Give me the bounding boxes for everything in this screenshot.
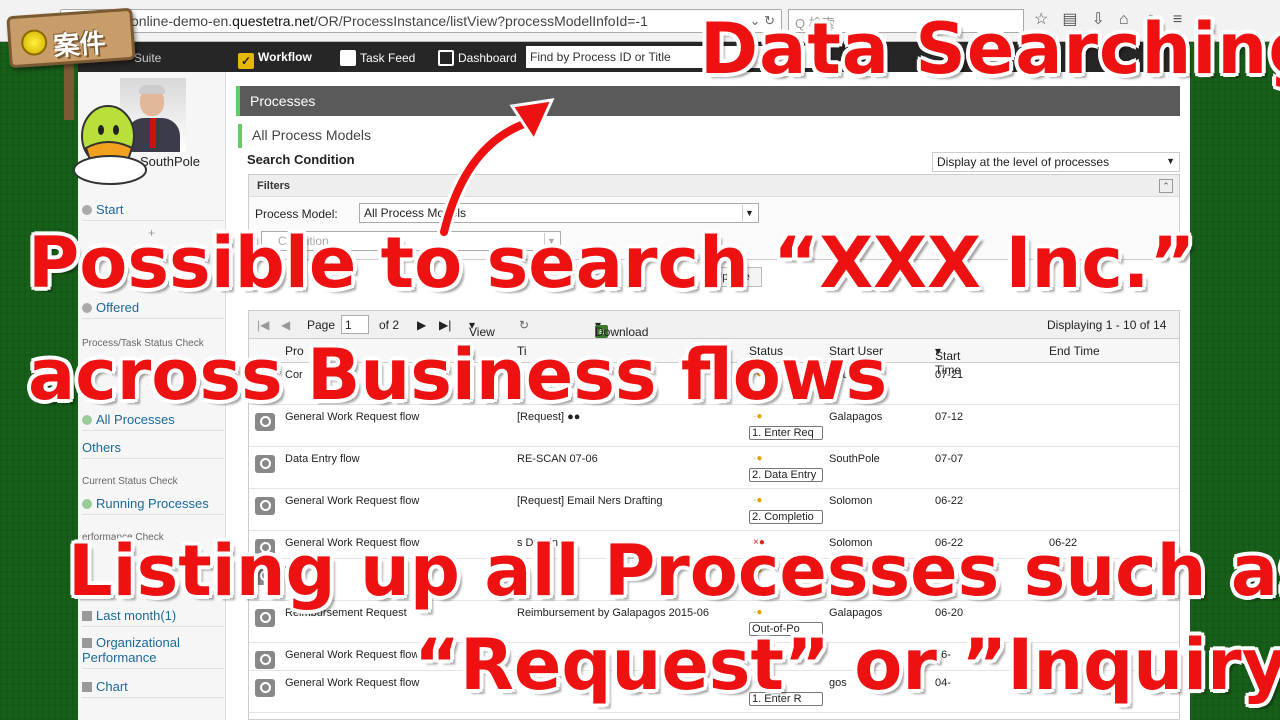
sidebar-item-label: Chart (96, 679, 128, 694)
nav-dashboard[interactable]: Dashboard (438, 50, 517, 66)
process-model-label: Process Model: (255, 207, 338, 221)
download-menu[interactable]: aDownload ▾ (595, 318, 648, 339)
cell-user: Solomon (829, 495, 873, 507)
badge-label: 案件 (52, 28, 107, 63)
overlay-line-search: Possible to search “XXX Inc.” (28, 222, 1196, 304)
filters-title: Filters (249, 175, 1179, 197)
display-level-select[interactable]: Display at the level of processes ▼ (932, 152, 1180, 172)
cell-model: General Work Request flow (285, 495, 420, 507)
sidebar-item-chart[interactable]: Chart (82, 679, 224, 698)
displaying-count: Displaying 1 - 10 of 14 (1047, 318, 1167, 332)
processes-header: Processes (236, 86, 1180, 116)
overlay-title: Data Searching (700, 8, 1280, 90)
cell-model: Data Entry flow (285, 453, 360, 465)
sidebar-item-label: Running Processes (96, 496, 209, 511)
suite-label: Suite (134, 51, 162, 65)
red-arrow-icon (437, 98, 555, 238)
collapse-icon[interactable]: ⌃ (1159, 179, 1173, 193)
nav-task-feed-label: Task Feed (360, 51, 416, 65)
bar-chart-icon (82, 611, 92, 621)
overlay-line-across: across Business flows (28, 334, 888, 416)
dashboard-icon (438, 50, 454, 66)
cell-title: [Request] Email Ners Drafting (517, 495, 663, 507)
section-current-status: Current Status Check (82, 476, 178, 487)
cell-start: 07-12 (935, 411, 964, 423)
page-input[interactable]: 1 (341, 315, 369, 334)
nav-dashboard-label: Dashboard (458, 51, 517, 65)
sidebar-item-others[interactable]: Others (82, 440, 224, 459)
nav-workflow[interactable]: ✓ Workflow (238, 50, 312, 69)
overlay-line-examples: “Request” or ”Inquiry” (414, 624, 1280, 706)
sidebar-item-label: Others (82, 440, 122, 455)
page-label: Page (307, 318, 336, 332)
table-row[interactable]: Data Entry flow RE-SCAN 07-06 SouthPole 07-… (249, 447, 1179, 489)
processes-icon (82, 415, 92, 425)
address-bar[interactable]: online-demo-en.questetra.net/OR/ProcessI… (60, 9, 782, 33)
col-end-time[interactable]: End Time (1049, 344, 1100, 358)
cell-model: General Work Request flow (285, 677, 420, 689)
magnifier-icon[interactable] (255, 651, 275, 669)
sidebar-item-label: Start (96, 202, 124, 217)
cell-start: 06-22 (935, 495, 964, 507)
status-badge: 2. Completio (749, 510, 823, 524)
url-prefix: online-demo-en. (131, 13, 233, 29)
overlay-line-listing: Listing up all Processes such as (68, 530, 1280, 612)
magnifier-icon[interactable] (255, 455, 275, 473)
last-page-icon[interactable]: ▶| (439, 318, 451, 332)
status-dot-icon: ·● (753, 453, 763, 464)
bar-chart-icon (82, 682, 92, 692)
sidebar-item-org-performance[interactable]: Organizational Performance (82, 635, 224, 669)
running-icon (82, 499, 92, 509)
view-menu[interactable]: View ▾ (469, 318, 495, 339)
status-badge: 1. Enter Req (749, 426, 823, 440)
avatar-hair (139, 85, 165, 94)
project-badge: 案件 (6, 7, 136, 69)
page-count: of 2 (379, 318, 400, 332)
status-dot-icon: ·● (753, 495, 763, 506)
first-page-icon[interactable]: |◀ (257, 318, 269, 332)
speech-bubble-icon (340, 50, 356, 66)
cell-user: SouthPole (829, 453, 880, 465)
col-start-time[interactable]: Start Time ▾ (935, 344, 961, 377)
start-icon (82, 205, 92, 215)
next-page-icon[interactable]: ▶ (417, 318, 426, 332)
dropdown-arrow-icon: ▼ (1166, 156, 1175, 166)
nav-task-feed[interactable]: Task Feed (340, 50, 415, 66)
status-badge: 2. Data Entry (749, 468, 823, 482)
magnifier-icon[interactable] (255, 679, 275, 697)
offered-icon (82, 303, 92, 313)
url-path: /OR/ProcessInstance/listView?processMode… (313, 13, 648, 29)
cell-start: 07-07 (935, 453, 964, 465)
all-process-models-title: All Process Models (238, 124, 1182, 148)
prev-page-icon[interactable]: ◀ (281, 318, 290, 332)
search-condition-label: Search Condition (247, 152, 355, 167)
cell-start: 07-21 (935, 369, 964, 381)
table-row[interactable]: General Work Request flow [Request] Email… (249, 489, 1179, 531)
bar-chart-icon (82, 638, 92, 648)
display-level-value: Display at the level of processes (937, 155, 1110, 169)
magnifier-icon[interactable] (255, 497, 275, 515)
sidebar-item-running[interactable]: Running Processes (82, 496, 224, 515)
refresh-icon[interactable]: ↻ (519, 318, 529, 332)
cell-model: General Work Request flow (285, 649, 420, 661)
mascot-illustration (73, 105, 147, 185)
sidebar-item-label: Organizational Performance (82, 635, 180, 665)
coin-icon (20, 28, 49, 57)
sidebar-item-start[interactable]: Start (82, 202, 224, 221)
cell-title: RE-SCAN 07-06 (517, 453, 598, 465)
url-domain: questetra.net (232, 13, 314, 29)
nav-workflow-label: Workflow (258, 50, 312, 64)
checkbox-icon: ✓ (238, 53, 254, 69)
dropdown-arrow-icon: ▼ (742, 205, 756, 221)
